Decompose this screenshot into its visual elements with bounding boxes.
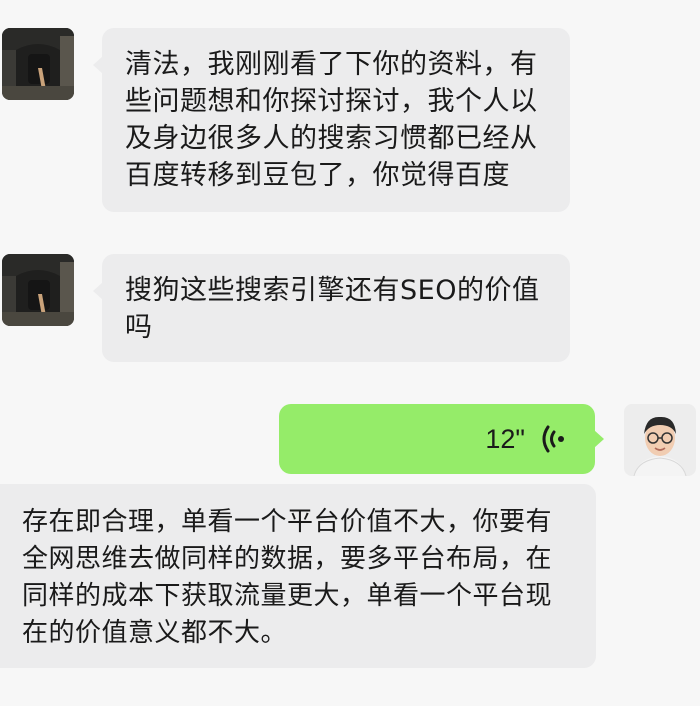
received-message-bubble[interactable]: 搜狗这些搜索引擎还有SEO的价值吗 <box>93 254 570 362</box>
received-message-bubble[interactable]: 清法，我刚刚看了下你的资料，有些问题想和你探讨探讨，我个人以及身边很多人的搜索习… <box>93 28 570 212</box>
contact-avatar[interactable] <box>2 28 74 100</box>
message-text: 搜狗这些搜索引擎还有SEO的价值吗 <box>125 275 540 343</box>
voice-message-content: 12" <box>485 404 567 474</box>
avatar-photo <box>624 404 696 476</box>
voice-duration: 12" <box>485 423 525 454</box>
sent-voice-message-bubble[interactable]: 12" <box>279 404 604 474</box>
contact-avatar[interactable] <box>2 254 74 326</box>
message-text: 清法，我刚刚看了下你的资料，有些问题想和你探讨探讨，我个人以及身边很多人的搜索习… <box>125 49 538 191</box>
avatar-photo <box>2 254 74 326</box>
avatar-photo <box>2 28 74 100</box>
message-text: 存在即合理，单看一个平台价值不大，你要有全网思维去做同样的数据，要多平台布局，在… <box>22 507 553 648</box>
my-avatar[interactable] <box>624 404 696 476</box>
received-message-bubble[interactable]: 存在即合理，单看一个平台价值不大，你要有全网思维去做同样的数据，要多平台布局，在… <box>0 484 596 668</box>
voice-wave-icon <box>541 424 567 454</box>
